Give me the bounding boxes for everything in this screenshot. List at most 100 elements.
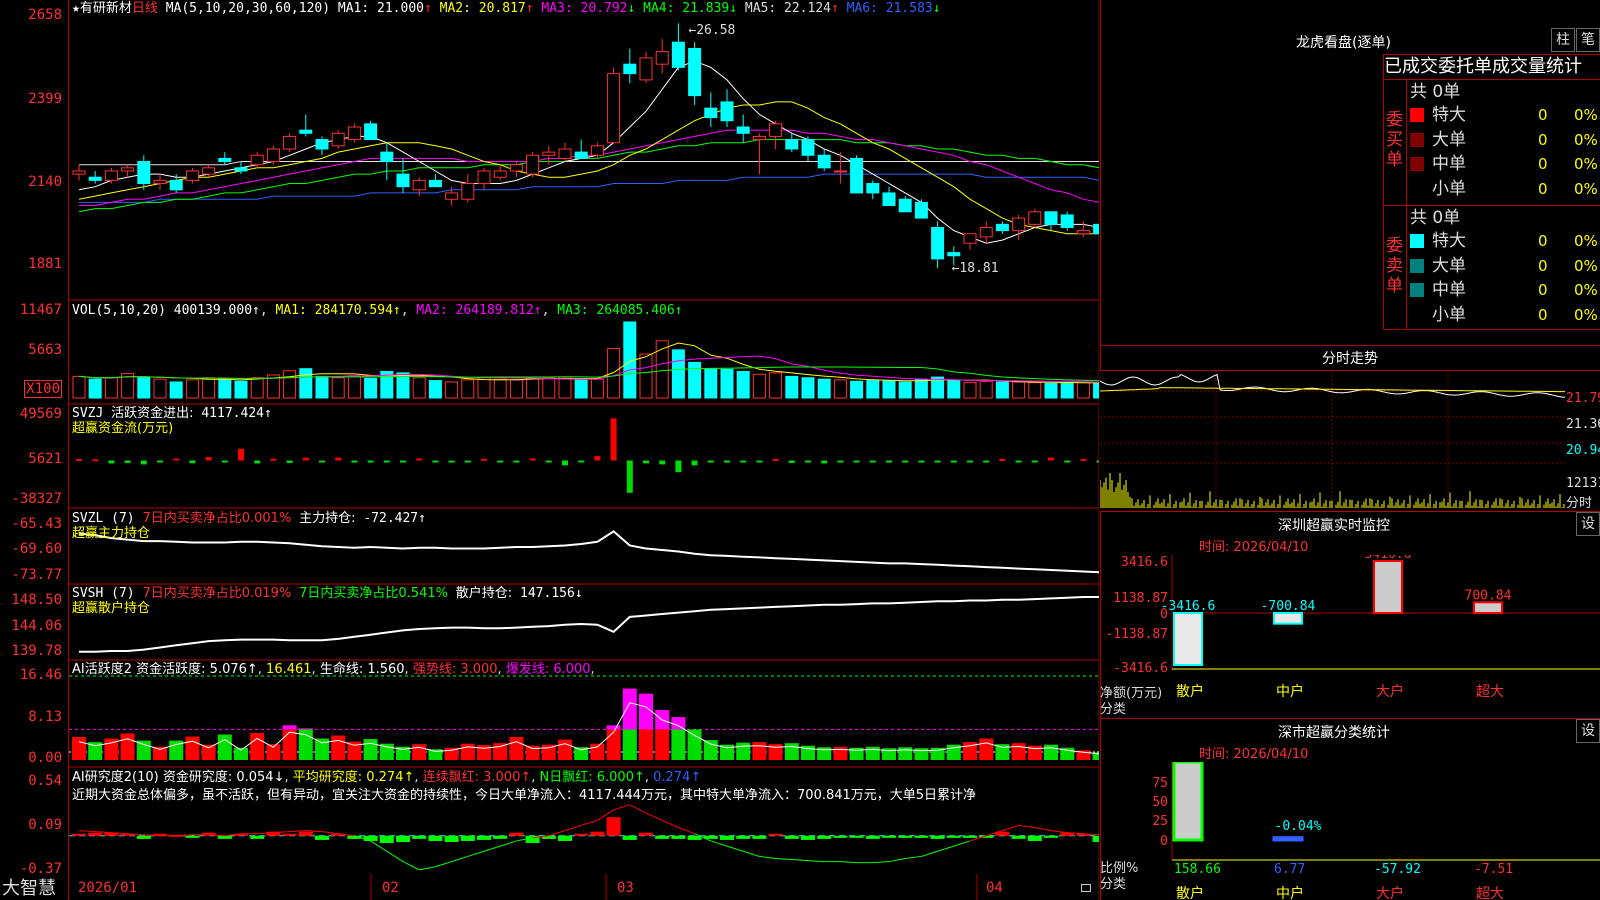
ai-active-bar xyxy=(687,729,702,760)
candle-body xyxy=(169,179,183,191)
svzj-bar xyxy=(626,460,633,493)
vol-bar xyxy=(461,379,475,399)
monitor-y-tick: -3416.6 xyxy=(1113,661,1168,676)
ai-research-name: 资金研究度: xyxy=(162,770,233,785)
ai-research-bar xyxy=(801,835,815,840)
lock-icon[interactable] xyxy=(1081,884,1091,892)
pen-view-button[interactable]: 笔 xyxy=(1576,28,1600,52)
vol-bar xyxy=(639,353,653,399)
stock-name: 有研新材 xyxy=(79,1,132,16)
svzj-bar xyxy=(902,460,909,463)
svzj-bar xyxy=(400,460,406,463)
tab-orders[interactable]: 委托单 xyxy=(1438,56,1492,77)
vol-bar xyxy=(671,349,685,399)
monitor-category: 散户 xyxy=(1176,683,1204,700)
y-tick: 2140 xyxy=(28,174,62,190)
vol-bar xyxy=(866,380,880,399)
ai-active-burst-bar xyxy=(639,693,653,730)
intraday-chart[interactable] xyxy=(1100,371,1565,511)
ai-research-label: AI研究度2(10) xyxy=(72,770,159,785)
vol-bar xyxy=(574,379,588,399)
ai-research-line-seg xyxy=(888,858,906,863)
vol-bar xyxy=(185,379,199,399)
ai-research-bar xyxy=(88,832,103,836)
low-marker: ←18.81 xyxy=(952,261,999,276)
svzj-bar xyxy=(594,456,601,461)
ai-active-bar xyxy=(833,746,848,760)
y-tick: -38327 xyxy=(11,491,62,507)
ma5-value: MA5: 22.124 xyxy=(744,1,831,16)
ai-active-bar xyxy=(979,738,994,760)
order-color-swatch xyxy=(1410,108,1424,122)
buy-total: 共 0单 xyxy=(1410,82,1461,102)
intraday-y-tick: 21.36 xyxy=(1566,417,1600,432)
vol-bar xyxy=(704,368,718,399)
candle-body xyxy=(947,252,961,257)
vol-bar xyxy=(833,379,847,399)
monitor-chart: 3416.61138.870-1138.87-3416.6-3416.6散户-7… xyxy=(1105,555,1600,700)
ai-active-burst: 爆发线: 6.000 xyxy=(505,662,591,677)
x-label: 02 xyxy=(382,880,399,896)
candle-body xyxy=(396,173,410,188)
y-tick: 0.09 xyxy=(28,817,62,833)
monitor-settings-button[interactable]: 设 xyxy=(1576,512,1600,536)
candle-body xyxy=(914,201,928,219)
ai-research-bar xyxy=(720,835,734,840)
monitor-y-tick: 3416.6 xyxy=(1121,555,1168,570)
vol-bar xyxy=(1060,382,1074,399)
stats-y-tick: 25 xyxy=(1152,814,1168,829)
intraday-vol-tick: 12131 xyxy=(1566,476,1600,491)
svzj-bar xyxy=(1048,457,1054,461)
ai-research-line-seg xyxy=(791,859,809,862)
svzj-bar xyxy=(367,460,374,463)
candle-body xyxy=(1060,214,1074,228)
svzj-bar xyxy=(869,460,876,463)
candle-body xyxy=(671,41,685,68)
svzj-bar xyxy=(481,458,487,461)
tab-volume-stats[interactable]: 成交量统计 xyxy=(1492,56,1582,77)
bar-view-button[interactable]: 柱 xyxy=(1551,28,1575,52)
stats-pct-label: -7.51 xyxy=(1474,862,1513,877)
svzj-bar xyxy=(286,460,293,463)
ma-params: MA(5,10,20,30,60,120) xyxy=(165,1,331,16)
ai-research-line-seg xyxy=(1002,824,1019,832)
ai-research-bar xyxy=(736,835,751,839)
candle-body xyxy=(898,198,912,213)
order-count: 0 xyxy=(1538,281,1548,299)
vol-bar xyxy=(1012,381,1026,399)
order-size-label: 中单 xyxy=(1432,154,1466,174)
order-pct: 0% xyxy=(1574,106,1598,124)
order-color-swatch xyxy=(1410,132,1424,147)
ai-active-bar xyxy=(460,743,475,760)
tab-filled[interactable]: 已成交 xyxy=(1384,56,1438,77)
candle-body xyxy=(931,226,945,260)
period-label[interactable]: 日线 xyxy=(132,1,158,16)
candle-body xyxy=(477,170,491,185)
ai-research-bar xyxy=(428,835,443,841)
vol-bar xyxy=(590,378,604,399)
x-label: 03 xyxy=(617,880,634,896)
ai-research-bar xyxy=(865,835,880,839)
star-icon[interactable]: ★ xyxy=(72,1,80,16)
ai-active-y-axis: 16.46 8.13 0.00 xyxy=(0,660,66,767)
svzj-bar xyxy=(157,460,163,463)
svsh-line xyxy=(79,596,1099,653)
stats-settings-button[interactable]: 设 xyxy=(1576,719,1600,743)
ai-research-bar xyxy=(379,835,394,844)
candle-body xyxy=(315,139,329,150)
sell-total: 共 0单 xyxy=(1410,208,1461,228)
svzj-bar xyxy=(76,459,82,462)
stats-y-tick: 50 xyxy=(1152,795,1168,810)
ai-active-bar xyxy=(898,747,913,760)
ai-research-line-seg xyxy=(451,855,468,863)
svzj-bar xyxy=(772,459,779,462)
vol-bar xyxy=(801,377,815,399)
ai-research-bar xyxy=(217,835,232,839)
candle-body xyxy=(380,151,394,163)
vol-bar xyxy=(331,377,345,399)
svzj-bar xyxy=(173,458,180,461)
vol-bar xyxy=(202,377,216,399)
stats-pct-label: -57.92 xyxy=(1374,862,1421,877)
chart-area[interactable]: ←26.58 ←18.81 xyxy=(69,0,1099,900)
svzj-bar xyxy=(319,460,325,463)
